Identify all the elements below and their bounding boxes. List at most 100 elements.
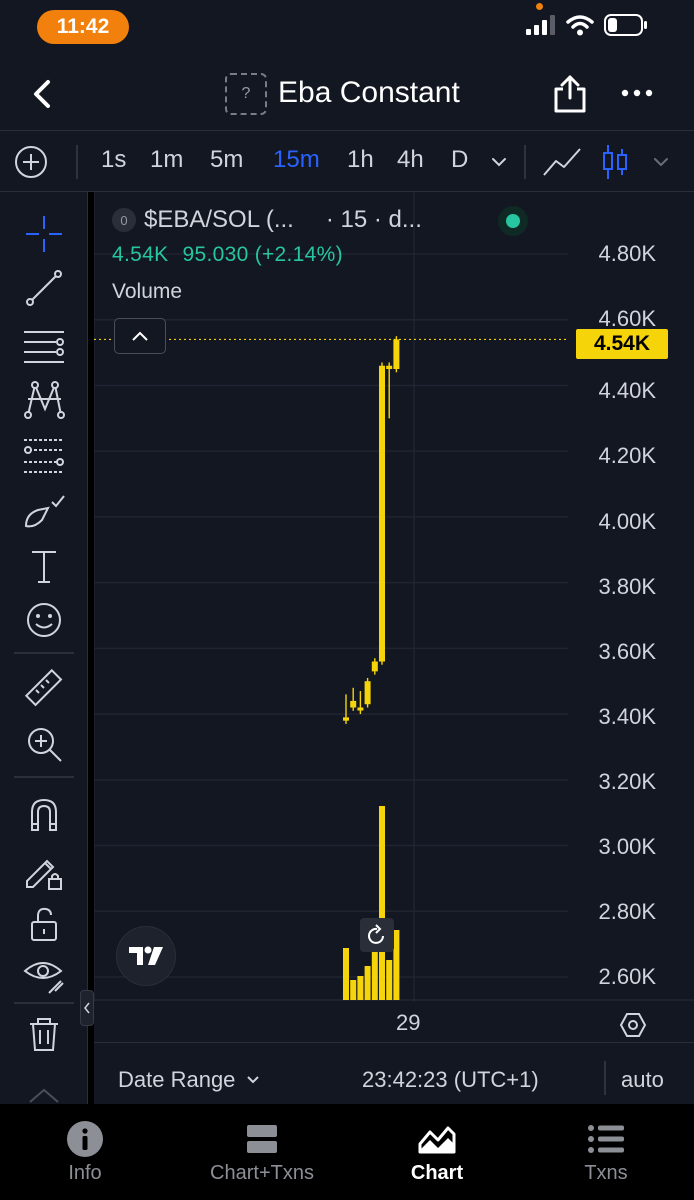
pattern-icon <box>24 381 65 419</box>
price-axis-label: 4.20K <box>598 443 657 468</box>
legend-symbol[interactable]: $EBA/SOL (... <box>144 206 294 234</box>
tab-txns[interactable]: Txns <box>536 1122 676 1185</box>
chart-settings-icon[interactable] <box>620 1012 646 1038</box>
price-axis-label: 3.20K <box>598 769 657 794</box>
more-options-icon[interactable] <box>620 82 654 104</box>
chart-legend: 0 $EBA/SOL (... · 15 · d... <box>112 206 422 234</box>
candle-body <box>393 339 400 370</box>
ruler-icon <box>24 668 63 707</box>
volume-bar <box>393 930 400 1000</box>
candle-body <box>357 707 364 711</box>
brush-tool[interactable] <box>22 490 66 534</box>
crosshair-icon <box>26 216 62 252</box>
timezone-clock[interactable]: 23:42:23 (UTC+1) <box>362 1067 539 1093</box>
pencil-lock-icon <box>26 859 62 890</box>
price-axis-label: 4.40K <box>598 378 657 403</box>
tab-label: Chart <box>410 1162 464 1184</box>
crosshair-tool[interactable] <box>22 212 66 256</box>
battery-icon <box>604 14 647 36</box>
text-tool[interactable] <box>22 544 66 588</box>
share-icon[interactable] <box>552 74 588 114</box>
volume-bar <box>357 976 364 1000</box>
legend-change: 95.030 (+2.14%) <box>182 243 343 266</box>
reset-icon <box>368 924 384 944</box>
tradingview-logo <box>116 926 176 986</box>
horizontal-lines-tool[interactable] <box>22 324 66 368</box>
info-icon <box>67 1121 103 1157</box>
fibonacci-icon <box>24 439 64 473</box>
toolbar-divider <box>14 776 74 778</box>
date-range-label: Date Range <box>118 1067 236 1092</box>
text-icon <box>32 551 56 583</box>
zoom-tool[interactable] <box>22 722 66 766</box>
trash-icon <box>30 1018 58 1051</box>
volume-bar <box>343 948 349 1000</box>
tab-chart[interactable]: Chart <box>367 1122 507 1185</box>
candle-body <box>386 365 393 370</box>
bottom-tab-bar: Info Chart+Txns Chart Txns <box>0 1104 694 1200</box>
pattern-tool[interactable] <box>22 378 66 422</box>
remove-drawings-tool[interactable] <box>22 1012 66 1056</box>
unlock-tool[interactable] <box>22 902 66 946</box>
token-placeholder-icon: ? <box>225 73 267 115</box>
chart-icon <box>418 1126 456 1154</box>
legend-badge: 0 <box>112 208 136 232</box>
measure-tool[interactable] <box>22 666 66 710</box>
volume-bar <box>386 960 393 1000</box>
smiley-icon <box>27 603 61 637</box>
trend-line-tool[interactable] <box>22 266 66 310</box>
emoji-tool[interactable] <box>22 598 66 642</box>
timeframe-1s[interactable]: 1s <box>101 146 126 174</box>
timeframe-4h[interactable]: 4h <box>397 146 424 174</box>
date-range-selector[interactable]: Date Range <box>118 1067 261 1093</box>
back-icon[interactable] <box>28 78 58 110</box>
collapse-legend-button[interactable] <box>114 318 166 354</box>
price-axis-label: 3.60K <box>598 639 657 664</box>
tab-label: Chart+Txns <box>210 1162 314 1184</box>
status-bar: 11:42 <box>0 0 694 56</box>
timeframe-1m[interactable]: 1m <box>150 146 183 174</box>
market-status-dot <box>506 214 520 228</box>
auto-scale-toggle[interactable]: auto <box>621 1067 664 1093</box>
scroll-up-icon[interactable] <box>26 1084 62 1104</box>
page-title: Eba Constant <box>278 76 460 109</box>
chart-footer: Date Range 23:42:23 (UTC+1) auto <box>94 1042 694 1104</box>
add-indicator-icon[interactable] <box>14 145 48 179</box>
tab-info[interactable]: Info <box>15 1121 155 1185</box>
fib-tool[interactable] <box>22 434 66 478</box>
chart-type-chevron-down-icon[interactable] <box>652 155 670 169</box>
privacy-indicator <box>536 3 543 10</box>
drawing-toolbar <box>0 192 88 1104</box>
price-axis-label: 3.40K <box>598 704 657 729</box>
reset-chart-button[interactable] <box>360 918 394 952</box>
zoom-in-icon <box>28 728 62 762</box>
magnet-tool[interactable] <box>22 792 66 836</box>
price-chart[interactable]: 0 $EBA/SOL (... · 15 · d... 4.54K 95.030… <box>94 192 694 1042</box>
toolbar-divider <box>524 145 526 179</box>
toolbar-collapse-handle[interactable] <box>80 990 94 1026</box>
volume-indicator-label: Volume <box>112 280 183 303</box>
price-axis-label: 3.00K <box>598 834 657 859</box>
timeframe-chevron-down-icon[interactable] <box>490 155 508 169</box>
lock-drawings-tool[interactable] <box>22 848 66 892</box>
hide-drawings-tool[interactable] <box>22 952 66 996</box>
timeframe-5m[interactable]: 5m <box>210 146 243 174</box>
volume-bar <box>379 806 385 1000</box>
chevron-up-icon <box>132 331 148 341</box>
footer-divider <box>604 1061 606 1095</box>
line-chart-type-icon[interactable] <box>542 145 582 179</box>
timeframe-d[interactable]: D <box>451 146 468 174</box>
market-status-indicator <box>498 206 528 236</box>
chevron-left-icon <box>84 1002 90 1014</box>
toolbar-divider <box>76 145 78 179</box>
timeframe-1h[interactable]: 1h <box>347 146 374 174</box>
candlestick-chart-type-icon[interactable] <box>600 143 630 181</box>
volume-bar <box>364 966 371 1000</box>
timeframe-15m[interactable]: 15m <box>273 146 320 174</box>
split-view-icon <box>247 1125 277 1153</box>
tab-chart-txns[interactable]: Chart+Txns <box>192 1122 332 1185</box>
tradingview-icon <box>129 946 163 965</box>
price-axis-label: 2.60K <box>598 964 657 989</box>
magnet-icon <box>31 798 57 831</box>
tab-label: Txns <box>584 1162 628 1184</box>
